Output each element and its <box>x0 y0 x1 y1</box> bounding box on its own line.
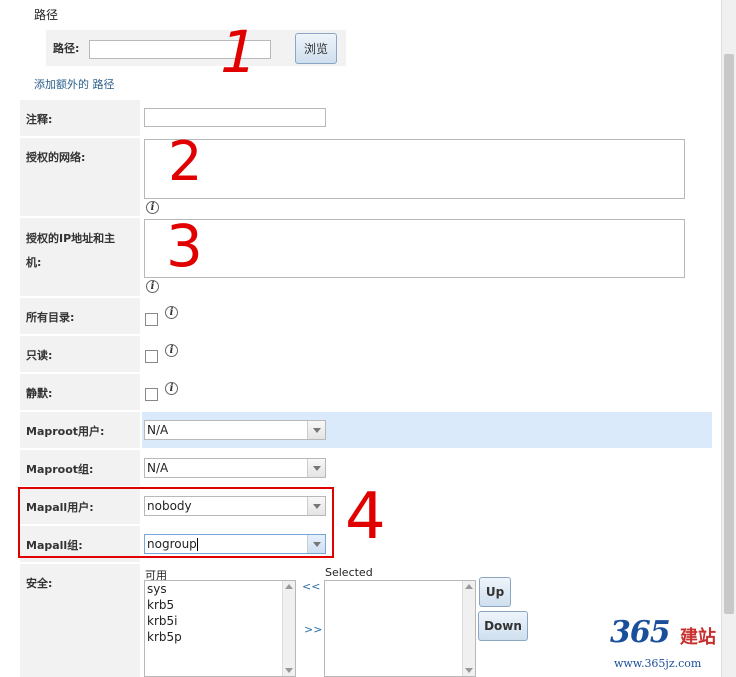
watermark-brand: 365 <box>610 615 671 650</box>
auth-networks-label: 授权的网络: <box>26 151 86 164</box>
path-label: 路径: <box>53 42 80 55</box>
add-path-link[interactable]: 添加额外的 路径 <box>34 76 115 92</box>
all-dirs-label: 所有目录: <box>26 311 75 324</box>
quiet-checkbox[interactable] <box>145 388 158 401</box>
all-dirs-checkbox[interactable] <box>145 313 158 326</box>
watermark-url: www.365jz.com <box>614 657 702 670</box>
read-only-label: 只读: <box>26 349 53 362</box>
quiet-info-icon[interactable]: i <box>165 382 178 395</box>
auth-hosts-textarea[interactable] <box>144 219 685 278</box>
auth-hosts-label-line2: 机: <box>26 256 42 269</box>
maproot-group-label: Maproot组: <box>26 463 94 476</box>
list-item[interactable]: sys <box>145 581 295 597</box>
all-dirs-info-icon[interactable]: i <box>165 306 178 319</box>
auth-hosts-info-icon[interactable]: i <box>146 280 159 293</box>
down-button[interactable]: Down <box>478 611 528 641</box>
available-list[interactable]: sys krb5 krb5i krb5p <box>144 580 296 677</box>
page-scrollbar-thumb[interactable] <box>724 54 734 614</box>
up-button[interactable]: Up <box>479 577 511 607</box>
list-item[interactable]: krb5p <box>145 629 295 645</box>
maproot-group-value: N/A <box>147 461 169 475</box>
auth-networks-info-icon[interactable]: i <box>146 201 159 214</box>
browse-button[interactable]: 浏览 <box>295 33 337 64</box>
auth-hosts-label-line1: 授权的IP地址和主 <box>26 232 116 245</box>
annotation-2: 2 <box>168 130 203 193</box>
watermark-logo: 365 建站 www.365jz.com <box>610 615 734 675</box>
available-list-scrollbar[interactable] <box>282 581 295 676</box>
section-title: 路径 <box>34 8 59 22</box>
auth-networks-textarea[interactable] <box>144 139 685 199</box>
annotation-4: 4 <box>345 480 386 554</box>
selected-list[interactable] <box>324 580 476 677</box>
list-item[interactable]: krb5 <box>145 597 295 613</box>
maproot-user-value: N/A <box>147 423 169 437</box>
maproot-user-label: Maproot用户: <box>26 425 105 438</box>
comment-input[interactable] <box>144 108 326 127</box>
watermark-brand-cn: 建站 <box>680 627 716 648</box>
add-all-link[interactable]: << <box>302 580 320 593</box>
chevron-down-icon[interactable] <box>307 421 325 439</box>
selected-label: Selected <box>325 566 373 579</box>
maproot-group-select[interactable]: N/A <box>144 458 326 478</box>
read-only-info-icon[interactable]: i <box>165 344 178 357</box>
list-item[interactable]: krb5i <box>145 613 295 629</box>
chevron-down-icon[interactable] <box>307 459 325 477</box>
comment-label: 注释: <box>26 113 53 126</box>
maproot-user-select[interactable]: N/A <box>144 420 326 440</box>
selected-list-scrollbar[interactable] <box>462 581 475 676</box>
annotation-3: 3 <box>166 212 203 280</box>
quiet-label: 静默: <box>26 387 53 400</box>
remove-all-link[interactable]: >> <box>304 623 322 636</box>
annotation-box <box>18 487 334 558</box>
security-label: 安全: <box>26 577 53 590</box>
page-scrollbar[interactable] <box>721 0 736 677</box>
read-only-checkbox[interactable] <box>145 350 158 363</box>
